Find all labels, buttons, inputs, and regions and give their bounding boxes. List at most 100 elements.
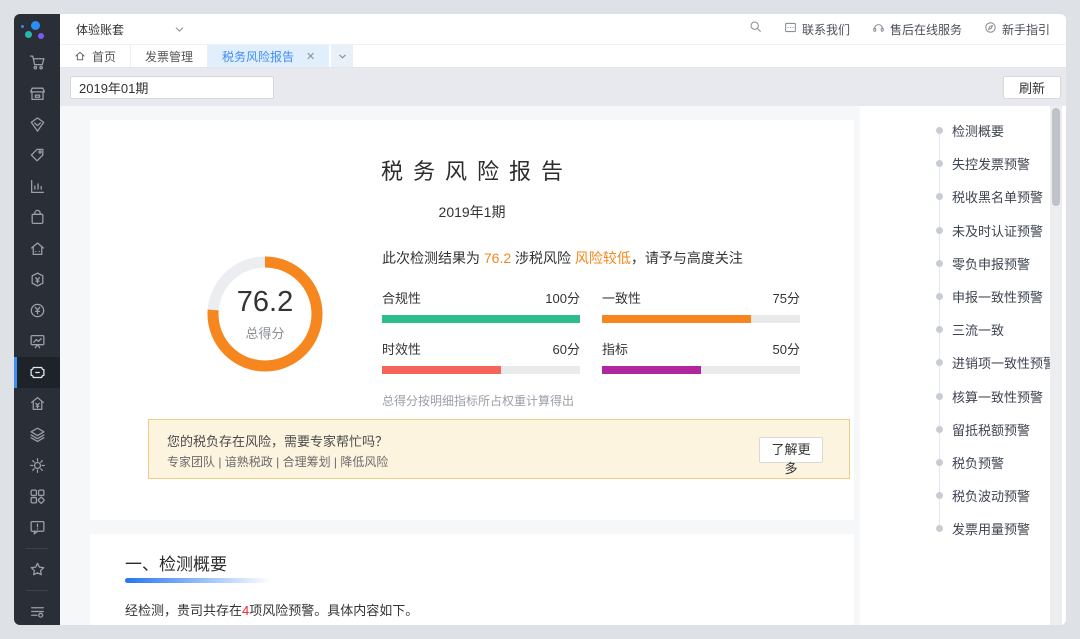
anchor-nav-item[interactable]: 零负申报预警 <box>860 247 1066 280</box>
anchor-nav-label: 发票用量预警 <box>952 519 1030 538</box>
metric-score: 50分 <box>773 339 800 358</box>
chevron-down-icon <box>173 23 186 36</box>
anchor-nav-item[interactable]: 申报一致性预警 <box>860 280 1066 313</box>
tab-invoice-management[interactable]: 发票管理 <box>131 45 208 67</box>
report-period: 2019年1期 <box>90 202 854 222</box>
metric-bar-fill <box>602 315 751 323</box>
anchor-nav-item[interactable]: 未及时认证预警 <box>860 214 1066 247</box>
apps-grid-icon[interactable] <box>14 481 60 512</box>
section-body: 经检测，贵司共存在4项风险预警。具体内容如下。 <box>125 600 418 619</box>
result-score: 76.2 <box>484 250 511 266</box>
dot-icon <box>936 525 943 532</box>
search-icon[interactable] <box>749 20 762 38</box>
anchor-nav-label: 税收黑名单预警 <box>952 187 1043 206</box>
anchor-nav-label: 检测概要 <box>952 121 1004 140</box>
section-heading: 一、检测概要 <box>125 550 227 575</box>
anchor-nav-item[interactable]: 进销项一致性预警 <box>860 346 1066 379</box>
feedback-icon[interactable] <box>14 512 60 543</box>
presentation-icon[interactable] <box>14 326 60 357</box>
anchor-nav-label: 留抵税额预警 <box>952 420 1030 439</box>
anchor-nav-item[interactable]: 留抵税额预警 <box>860 413 1066 446</box>
metric-bar-track <box>382 366 580 374</box>
anchor-nav-item[interactable]: 检测概要 <box>860 114 1066 147</box>
after-sales-service-link[interactable]: 售后在线服务 <box>872 21 962 38</box>
result-level: 风险较低 <box>575 250 631 266</box>
metric-bars: 合规性 100分 一致性 75分 <box>382 288 792 374</box>
favorite-star-icon[interactable] <box>14 554 60 585</box>
anchor-nav-label: 申报一致性预警 <box>952 287 1043 306</box>
metric-item: 指标 50分 <box>602 339 800 374</box>
metric-item: 合规性 100分 <box>382 288 580 323</box>
tab-home[interactable]: 首页 <box>60 45 131 67</box>
settings-gear-icon[interactable] <box>14 450 60 481</box>
scrollbar-thumb[interactable] <box>1052 108 1060 206</box>
dot-icon <box>936 326 943 333</box>
metric-label: 合规性 <box>382 288 421 307</box>
metric-score: 100分 <box>545 288 580 307</box>
beginner-guide-link[interactable]: 新手指引 <box>984 21 1050 38</box>
cart-icon[interactable] <box>14 47 60 78</box>
result-suffix: ，请予与高度关注 <box>631 250 743 266</box>
tab-invoice-label: 发票管理 <box>145 48 193 65</box>
store-icon[interactable] <box>14 78 60 109</box>
content-area: 税务风险报告 2019年1期 76.2 总得分 此次检测结果为 76.2 涉税风… <box>60 106 1066 625</box>
menu-settings-icon[interactable] <box>14 596 60 625</box>
refresh-button[interactable]: 刷新 <box>1003 76 1061 99</box>
tab-tax-risk-report[interactable]: 税务风险报告 ✕ <box>208 45 329 67</box>
anchor-nav-item[interactable]: 核算一致性预警 <box>860 380 1066 413</box>
report-title: 税务风险报告 <box>90 154 854 186</box>
gem-icon[interactable] <box>14 109 60 140</box>
yen-coin-icon[interactable] <box>14 295 60 326</box>
anchor-nav-list: 检测概要 失控发票预警 税收黑名单预警 <box>860 106 1066 545</box>
contact-us-link[interactable]: 联系我们 <box>784 21 850 38</box>
close-icon[interactable]: ✕ <box>306 50 315 63</box>
dot-icon <box>936 193 943 200</box>
banner-title: 您的税负存在风险，需要专家帮忙吗？ <box>167 431 388 450</box>
invoice-icon[interactable] <box>14 357 60 388</box>
chevron-down-icon <box>337 51 348 62</box>
main-area: 体验账套 联系我们 售后在线服务 新手指引 <box>60 14 1066 625</box>
report-summary-card: 税务风险报告 2019年1期 76.2 总得分 此次检测结果为 76.2 涉税风… <box>90 120 854 520</box>
metric-item: 一致性 75分 <box>602 288 800 323</box>
banner-subtitle: 专家团队 | 谙熟税政 | 合理筹划 | 降低风险 <box>167 453 388 470</box>
anchor-nav-label: 税负预警 <box>952 453 1004 472</box>
result-line: 此次检测结果为 76.2 涉税风险 风险较低，请予与高度关注 <box>382 248 792 268</box>
house-tax-icon[interactable] <box>14 388 60 419</box>
score-donut-chart: 76.2 总得分 <box>203 252 327 376</box>
dot-icon <box>936 459 943 466</box>
metric-bar-track <box>382 315 580 323</box>
metric-item: 时效性 60分 <box>382 339 580 374</box>
metric-bar-fill <box>382 315 580 323</box>
result-prefix: 此次检测结果为 <box>382 250 484 266</box>
dot-icon <box>936 260 943 267</box>
app-logo[interactable] <box>14 14 60 47</box>
home-icon[interactable] <box>14 233 60 264</box>
account-label: 体验账套 <box>76 21 124 38</box>
anchor-nav-panel: 检测概要 失控发票预警 税收黑名单预警 <box>860 106 1066 625</box>
dot-icon <box>936 293 943 300</box>
anchor-nav-item[interactable]: 发票用量预警 <box>860 512 1066 545</box>
anchor-nav-item[interactable]: 税负波动预警 <box>860 479 1066 512</box>
anchor-nav-item[interactable]: 税收黑名单预警 <box>860 180 1066 213</box>
dot-icon <box>936 393 943 400</box>
logo-dot-teal <box>25 31 32 38</box>
account-switcher[interactable]: 体验账套 <box>76 21 186 38</box>
scrollbar-track[interactable] <box>1050 106 1062 625</box>
bar-chart-icon[interactable] <box>14 171 60 202</box>
anchor-nav-item[interactable]: 税负预警 <box>860 446 1066 479</box>
tag-icon[interactable] <box>14 140 60 171</box>
metric-label: 一致性 <box>602 288 641 307</box>
tab-list-dropdown[interactable] <box>331 45 353 67</box>
anchor-nav-item[interactable]: 三流一致 <box>860 313 1066 346</box>
bag-icon[interactable] <box>14 202 60 233</box>
anchor-nav-label: 失控发票预警 <box>952 154 1030 173</box>
result-block: 此次检测结果为 76.2 涉税风险 风险较低，请予与高度关注 合规性 100分 <box>382 248 792 409</box>
tab-bar: 首页 发票管理 税务风险报告 ✕ <box>60 45 1066 68</box>
tax-box-icon[interactable] <box>14 264 60 295</box>
metric-score: 75分 <box>773 288 800 307</box>
learn-more-button[interactable]: 了解更多 <box>759 437 823 463</box>
metric-bar-track <box>602 315 800 323</box>
layers-icon[interactable] <box>14 419 60 450</box>
anchor-nav-item[interactable]: 失控发票预警 <box>860 147 1066 180</box>
period-select-input[interactable] <box>70 76 274 99</box>
